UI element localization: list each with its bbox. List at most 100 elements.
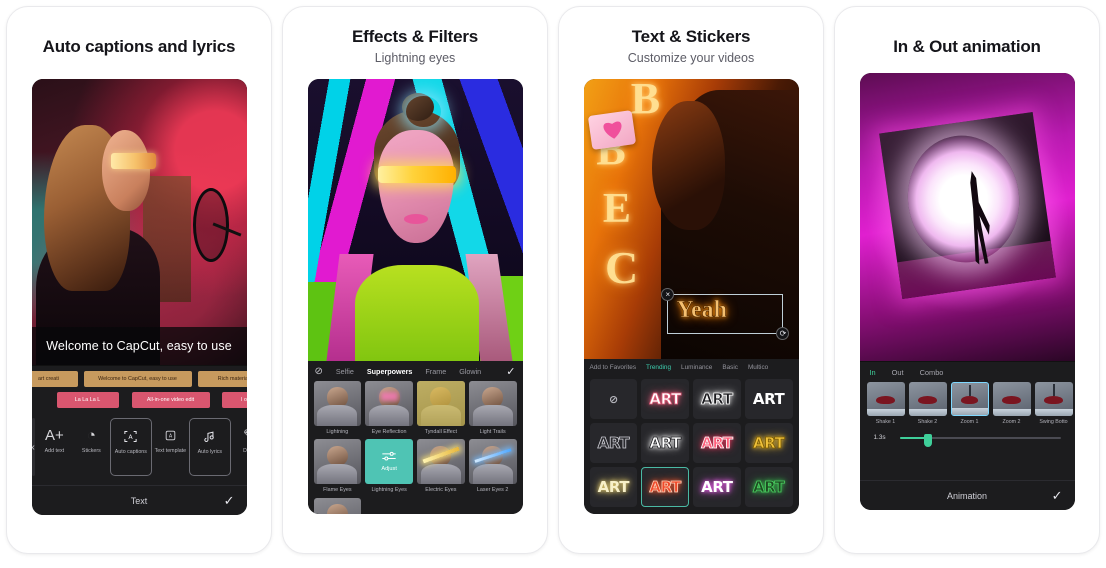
text-style-item[interactable]: ART [641,379,689,419]
tab-multicolor[interactable]: Multico [748,364,768,371]
tab-selfie[interactable]: Selfie [336,367,354,376]
tool-label: Auto lyrics [197,449,223,455]
effect-item[interactable]: Laser Eyes 2 [468,439,517,493]
effect-thumbnail [468,381,517,426]
animation-item[interactable]: Shake 1 [866,382,905,425]
tab-superpowers[interactable]: Superpowers [367,367,413,376]
effect-item[interactable]: Eye Reflection [365,381,413,435]
collapse-toolbar-button[interactable]: ‹ [31,418,35,476]
card-header: In & Out animation [835,7,1099,57]
text-template-icon: A [164,425,177,445]
animation-list[interactable]: Shake 1 Shake 2 Zoom 1 Zoom 2 Swing Bott… [860,382,1075,425]
timeline-clip[interactable]: art creati [31,371,78,387]
check-icon[interactable]: ✓ [224,493,235,509]
tool-draw[interactable]: ✎ Draw [231,418,246,455]
tab-luminance[interactable]: Luminance [681,364,712,371]
caption-overlay[interactable]: Welcome to CapCut, easy to use [31,327,247,365]
auto-captions-icon: A [123,426,138,446]
text-style-item[interactable]: ART [744,379,793,419]
card-header: Effects & Filters Lightning eyes [283,7,547,65]
effect-item[interactable]: Electric Eyes [417,439,465,493]
tab-in[interactable]: In [870,368,876,377]
feature-card-in-out-animation: In & Out animation In Out Combo Shake 1 … [834,6,1100,554]
video-preview-4[interactable] [859,73,1075,361]
text-style-none[interactable]: ⊘ [589,379,638,419]
no-effect-icon[interactable]: ⊘ [315,366,323,377]
tab-trending[interactable]: Trending [646,364,671,371]
heart-sticker[interactable] [587,109,637,150]
effect-item[interactable]: Lightning [313,381,362,435]
tool-label: Stickers [81,448,101,454]
effect-thumbnail [365,381,413,426]
animated-clip-frame [878,111,1056,299]
text-element-box[interactable]: Yeah × ⟳ [661,287,790,340]
timeline-clip[interactable]: I on [221,392,247,408]
text-style-item[interactable]: ART [641,423,689,463]
duration-slider-track[interactable] [899,433,1061,447]
check-icon[interactable]: ✓ [1052,488,1063,504]
tab-frame[interactable]: Frame [425,367,446,376]
text-style-item[interactable]: ART [744,423,793,463]
tab-add-to-favorites[interactable]: Add to Favorites [590,364,637,371]
effect-thumbnail [313,439,362,485]
adjust-button[interactable]: Adjust [365,439,413,485]
text-style-item[interactable]: ART [589,467,638,507]
tab-out[interactable]: Out [892,368,904,377]
text-style-item[interactable]: ART [589,423,638,463]
text-style-item-selected[interactable]: ART [641,467,689,507]
effect-item[interactable]: Flame Eyes [313,439,362,494]
auto-lyrics-icon [202,426,217,446]
tool-stickers[interactable]: ◔ Stickers [73,418,110,455]
effect-item-partial[interactable] [313,497,362,514]
effect-thumbnail [313,381,362,426]
preview-face [102,130,150,211]
video-preview-3[interactable]: B B E C Yeah × ⟳ [583,79,799,359]
animation-item[interactable]: Swing Botto [1034,382,1073,425]
timeline[interactable]: art creati Welcome to CapCut, easy to us… [31,366,247,412]
effect-item[interactable]: Tyndall Effect [417,381,465,435]
timeline-clip[interactable]: La La La L [56,392,119,408]
duration-value: 1.3s [873,434,886,441]
tool-auto-lyrics[interactable]: Auto lyrics [188,418,231,476]
card-header: Auto captions and lyrics [7,7,271,57]
caption-text: Welcome to CapCut, easy to use [46,339,232,353]
tool-label: Text template [154,448,187,454]
tool-auto-captions[interactable]: A Auto captions [109,418,152,476]
delete-handle-icon[interactable]: × [661,287,675,301]
animation-tab-row: In Out Combo [860,362,1075,382]
check-icon[interactable]: ✓ [506,365,515,378]
effect-item[interactable]: Light Trails [468,381,517,435]
text-style-item[interactable]: ART [693,423,741,463]
duration-slider-row[interactable]: 1.3s [860,425,1075,447]
tab-basic[interactable]: Basic [722,364,738,371]
tab-glowing[interactable]: Glowin [459,367,481,376]
effect-item-selected[interactable]: Adjust Lightning Eyes [365,439,413,493]
text-style-item[interactable]: ART [693,467,741,507]
animation-item[interactable]: Shake 2 [908,382,947,425]
timeline-clip[interactable]: Rich material [197,371,247,387]
tool-add-text[interactable]: A+ Add text [36,418,73,455]
preview-glasses [111,153,157,170]
effects-grid: Lightning Eye Reflection Tyndall Effect … [308,381,523,514]
feature-card-text-stickers: Text & Stickers Customize your videos B … [558,6,824,554]
effect-thumbnail [468,439,517,485]
neon-letter: E [602,186,631,233]
animation-item[interactable]: Zoom 2 [992,382,1031,425]
card-title: Auto captions and lyrics [42,37,236,56]
text-style-tab-row: Add to Favorites Trending Luminance Basi… [584,359,799,376]
timeline-clip[interactable]: All-in-one video edit [131,392,210,408]
timeline-clip[interactable]: Welcome to CapCut, easy to use [83,371,192,387]
adjust-label: Adjust [381,466,397,473]
tab-combo[interactable]: Combo [920,368,944,377]
video-preview-2[interactable] [307,79,523,361]
preview-microphone [192,187,230,263]
animation-item-selected[interactable]: Zoom 1 [950,382,989,425]
text-style-item[interactable]: ART [693,379,741,419]
animation-thumbnail [992,382,1031,416]
duration-slider-knob[interactable] [923,433,932,447]
video-preview-1[interactable]: Welcome to CapCut, easy to use [31,79,247,365]
adjust-icon [382,452,396,461]
effect-label: Flame Eyes [323,487,352,494]
tool-text-template[interactable]: A Text template [152,418,189,455]
text-style-item[interactable]: ART [744,467,793,507]
